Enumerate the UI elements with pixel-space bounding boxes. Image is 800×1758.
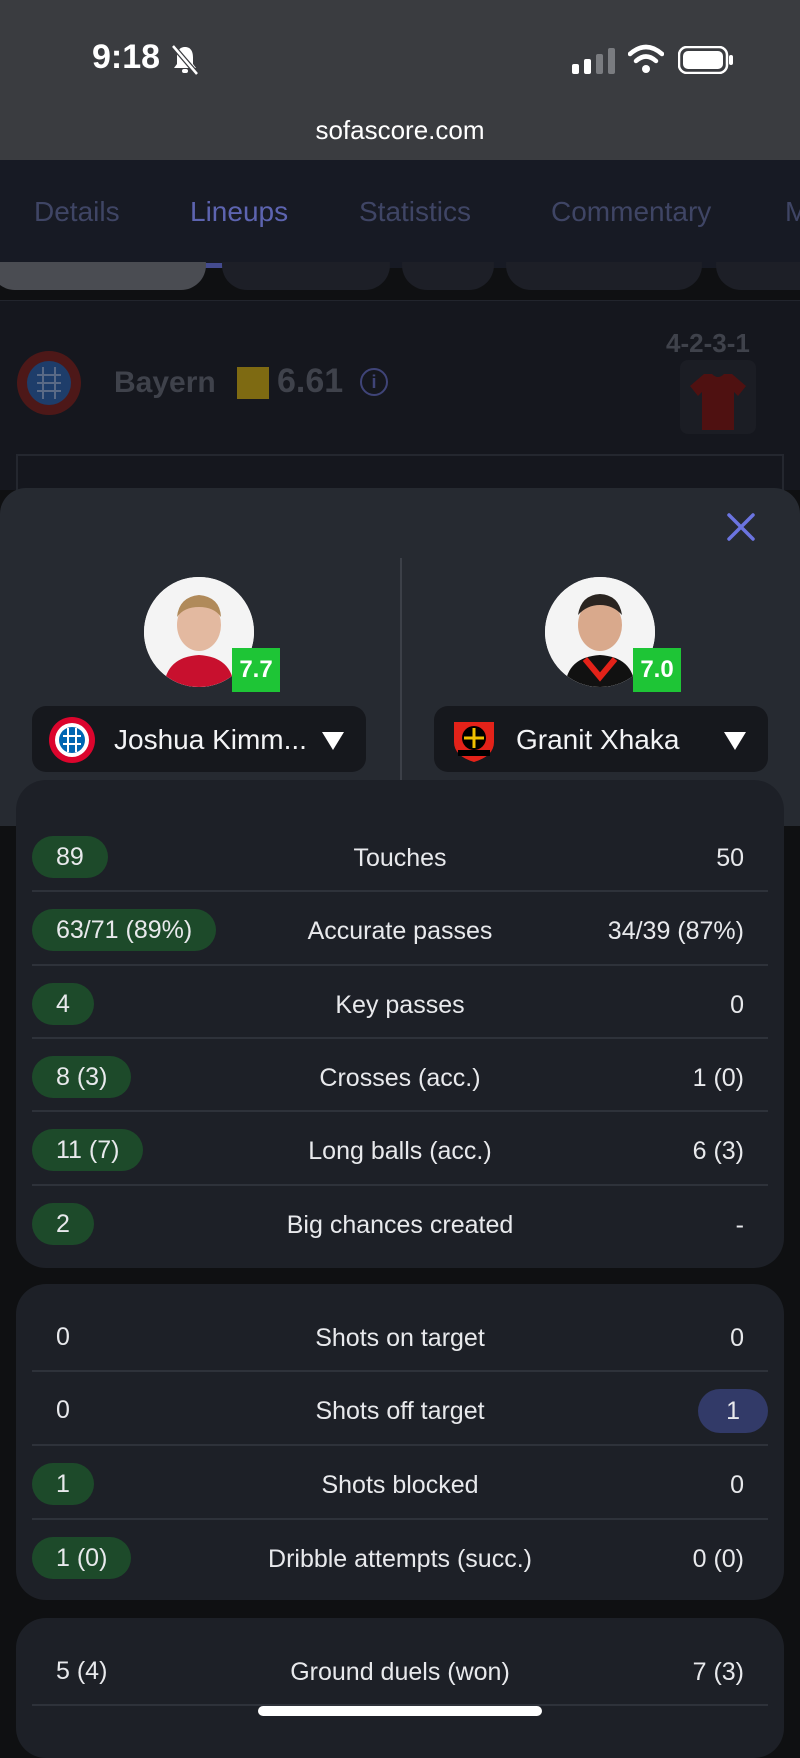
player-selector-right[interactable]: Granit Xhaka	[434, 706, 768, 772]
stat-row-dribbles: 1 (0) Dribble attempts (succ.) 0 (0)	[32, 1519, 768, 1593]
stat-label: Key passes	[335, 991, 465, 1019]
info-icon[interactable]: i	[360, 368, 388, 396]
stat-value-right: 1	[698, 1389, 768, 1433]
stat-row-shots-on-target: 0 Shots on target 0	[32, 1298, 768, 1372]
stat-row-key-passes: 4 Key passes 0	[32, 965, 768, 1039]
status-bar: 9:18	[0, 0, 800, 110]
signal-icon	[572, 48, 615, 74]
team-rating: 6.61	[277, 362, 344, 400]
bayern-logo-icon	[17, 351, 81, 415]
shirt-icon	[690, 374, 746, 430]
stat-row-shots-off-target: 0 Shots off target 1	[32, 1371, 768, 1445]
player-selector-left[interactable]: Joshua Kimm...	[32, 706, 366, 772]
chevron-down-icon	[322, 732, 344, 750]
bayern-logo-icon	[49, 717, 95, 763]
tab-more[interactable]: M	[785, 196, 800, 228]
stat-label: Shots on target	[315, 1324, 485, 1352]
stat-value-right: 1 (0)	[692, 1064, 744, 1092]
stat-value-right: 0	[730, 991, 744, 1019]
filter-chip[interactable]	[506, 262, 702, 290]
player-name-right: Granit Xhaka	[516, 724, 680, 755]
stat-value-right: 34/39 (87%)	[607, 917, 744, 945]
stat-value-right: 50	[716, 844, 744, 872]
tab-bar: Details Lineups Statistics Commentary M	[0, 160, 800, 268]
url-bar[interactable]: sofascore.com	[0, 110, 800, 160]
stat-value-right: 0	[730, 1471, 744, 1499]
tab-commentary[interactable]: Commentary	[551, 196, 711, 228]
rating-color-box	[237, 367, 269, 399]
chevron-down-icon	[724, 732, 746, 750]
stat-row-accurate-passes: 63/71 (89%) Accurate passes 34/39 (87%)	[32, 891, 768, 965]
team-name: Bayern	[114, 366, 216, 399]
stat-row-shots-blocked: 1 Shots blocked 0	[32, 1445, 768, 1519]
player-rating-right: 7.0	[633, 648, 681, 692]
formation-label: 4-2-3-1	[666, 328, 750, 358]
url-text: sofascore.com	[315, 115, 485, 145]
stat-label: Touches	[353, 844, 447, 872]
player-rating-left: 7.7	[232, 648, 280, 692]
leverkusen-logo-icon	[454, 722, 494, 762]
stat-row-long-balls: 11 (7) Long balls (acc.) 6 (3)	[32, 1111, 768, 1185]
stat-label: Dribble attempts (succ.)	[268, 1545, 532, 1573]
stat-label: Long balls (acc.)	[308, 1137, 492, 1165]
stat-label: Crosses (acc.)	[319, 1064, 481, 1092]
stat-row-big-chances: 2 Big chances created -	[32, 1185, 768, 1259]
pitch-outline	[16, 454, 784, 490]
filter-chip[interactable]	[0, 262, 206, 290]
wifi-icon	[628, 44, 664, 73]
stat-value-right: 6 (3)	[692, 1137, 744, 1165]
player-name-left: Joshua Kimm...	[114, 724, 307, 755]
stat-value-right: 0	[730, 1324, 744, 1352]
battery-icon	[678, 46, 733, 74]
clock: 9:18	[92, 38, 161, 76]
tab-lineups[interactable]: Lineups	[190, 196, 288, 228]
filter-chip[interactable]	[222, 262, 390, 290]
stat-value-right: 7 (3)	[692, 1658, 744, 1686]
home-indicator[interactable]	[258, 1706, 542, 1716]
filter-chip-row	[0, 262, 800, 292]
stat-label: Big chances created	[286, 1211, 514, 1239]
stat-value-right: -	[735, 1211, 744, 1239]
modal-divider	[400, 558, 402, 790]
stat-row-ground-duels: 5 (4) Ground duels (won) 7 (3)	[32, 1632, 768, 1706]
bell-muted-icon	[171, 44, 199, 76]
stat-label: Shots blocked	[321, 1471, 479, 1499]
stat-label: Shots off target	[315, 1397, 485, 1425]
tab-details[interactable]: Details	[34, 196, 120, 228]
close-icon[interactable]	[724, 510, 758, 544]
tab-statistics[interactable]: Statistics	[359, 196, 471, 228]
stat-row-touches: 89 Touches 50	[32, 818, 768, 892]
stat-value-right: 0 (0)	[692, 1545, 744, 1573]
stat-label: Ground duels (won)	[290, 1658, 510, 1686]
filter-chip[interactable]	[402, 262, 494, 290]
filter-chip[interactable]	[716, 262, 800, 290]
stat-row-crosses: 8 (3) Crosses (acc.) 1 (0)	[32, 1038, 768, 1112]
